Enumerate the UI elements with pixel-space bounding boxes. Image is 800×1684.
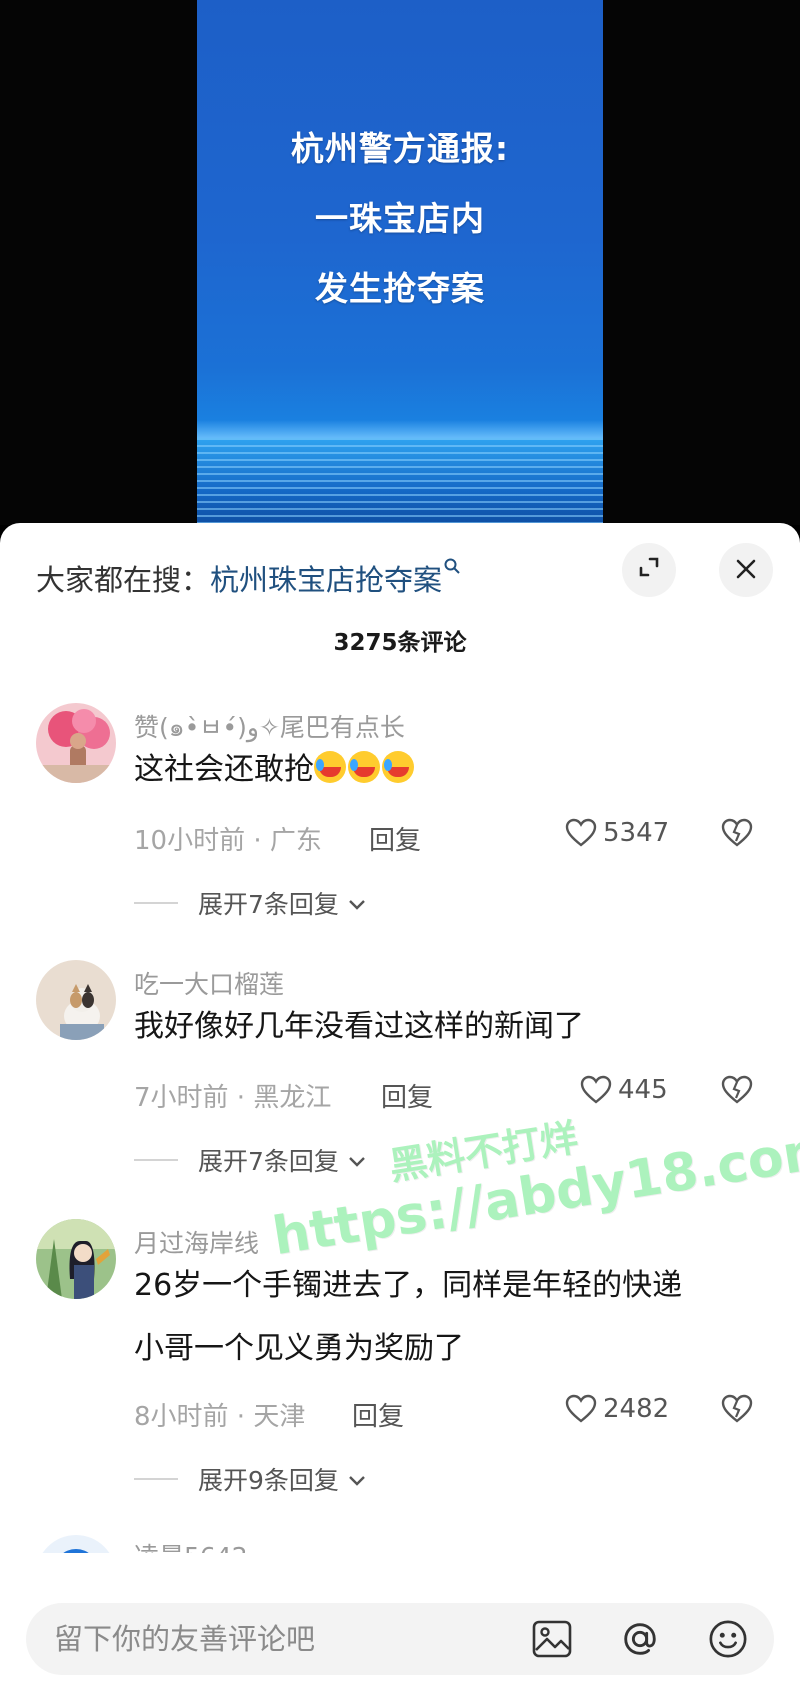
avatar[interactable]: [36, 1219, 116, 1299]
laugh-cry-emoji-icon: [348, 751, 380, 783]
dislike-button[interactable]: [720, 1075, 754, 1109]
heart-icon: [565, 1394, 597, 1423]
heart-icon: [580, 1075, 612, 1104]
broken-heart-icon: [721, 1394, 753, 1423]
comment-input[interactable]: [54, 1622, 524, 1656]
laugh-cry-emoji-icon: [314, 751, 346, 783]
video-wave-graphic: [197, 438, 603, 525]
comment-username[interactable]: 吃一大口榴莲: [134, 965, 284, 1001]
comment-meta: 10小时前 · 广东: [134, 826, 322, 856]
broken-heart-icon: [721, 1075, 753, 1104]
chevron-down-icon: [347, 1465, 367, 1494]
expand-replies-label: 展开7条回复: [198, 1147, 339, 1176]
comment-time: 7小时前: [134, 1083, 229, 1113]
video-title-line-1: 杭州警方通报:: [290, 129, 510, 168]
comment-meta: 8小时前 · 天津: [134, 1402, 306, 1432]
comment-input-area: [0, 1553, 800, 1684]
chevron-down-icon: [347, 889, 367, 918]
expand-replies-label: 展开7条回复: [198, 890, 339, 919]
comment-text: 这社会还敢抢: [134, 740, 416, 800]
expand-replies-label: 展开9条回复: [198, 1466, 339, 1495]
comment-location: 广东: [269, 826, 322, 856]
comment-username[interactable]: 月过海岸线: [134, 1224, 259, 1260]
like-count: 445: [618, 1075, 668, 1105]
trending-search-row[interactable]: 大家都在搜： 杭州珠宝店抢夺案: [36, 558, 460, 598]
comment-meta: 7小时前 · 黑龙江: [134, 1083, 332, 1113]
like-count: 2482: [603, 1394, 670, 1424]
video-frame[interactable]: 杭州警方通报: 一珠宝店内 发生抢夺案: [197, 0, 603, 525]
expand-replies[interactable]: 展开7条回复: [134, 1142, 367, 1178]
at-icon[interactable]: [620, 1619, 660, 1659]
image-icon[interactable]: [532, 1619, 572, 1659]
avatar[interactable]: [36, 703, 116, 783]
dislike-button[interactable]: [720, 818, 754, 852]
reply-button[interactable]: 回复: [369, 820, 421, 857]
video-title-line-3: 发生抢夺案: [315, 269, 485, 308]
laugh-cry-emoji-icon: [382, 751, 414, 783]
divider-dash: [134, 902, 178, 904]
like-button[interactable]: 5347: [565, 818, 669, 848]
expand-button[interactable]: [622, 543, 676, 597]
expand-replies[interactable]: 展开9条回复: [134, 1461, 367, 1497]
close-button[interactable]: [719, 543, 773, 597]
comment-location: 黑龙江: [253, 1083, 332, 1113]
comment-input-bar[interactable]: [26, 1603, 774, 1675]
video-player[interactable]: 杭州警方通报: 一珠宝店内 发生抢夺案: [0, 0, 800, 525]
like-count: 5347: [603, 818, 670, 848]
video-title-line-2: 一珠宝店内: [315, 199, 485, 238]
heart-icon: [565, 818, 597, 847]
reply-button[interactable]: 回复: [352, 1396, 404, 1433]
search-icon: [444, 558, 460, 579]
trending-search-prefix: 大家都在搜：: [36, 563, 211, 597]
emoji-icon[interactable]: [708, 1619, 748, 1659]
comment-text: 我好像好几年没看过这样的新闻了: [134, 1009, 584, 1044]
like-button[interactable]: 445: [580, 1075, 668, 1105]
reply-button[interactable]: 回复: [381, 1077, 433, 1114]
comments-sheet: 大家都在搜： 杭州珠宝店抢夺案 3275条评论 赞(๑•̀ㅂ•́)و✧尾巴有点长…: [0, 523, 800, 1684]
chevron-down-icon: [347, 1146, 367, 1175]
close-icon: [735, 554, 757, 587]
comment-text-line-2: 小哥一个见义勇为奖励了: [134, 1331, 464, 1366]
divider-dash: [134, 1478, 178, 1480]
comment-location: 天津: [253, 1402, 306, 1432]
avatar[interactable]: [36, 960, 116, 1040]
expand-icon: [636, 554, 662, 587]
like-button[interactable]: 2482: [565, 1394, 669, 1424]
expand-replies[interactable]: 展开7条回复: [134, 885, 367, 921]
dislike-button[interactable]: [720, 1394, 754, 1428]
comment-time: 10小时前: [134, 826, 246, 856]
comment-count-title: 3275条评论: [333, 630, 467, 656]
comment-text-line-1: 26岁一个手镯进去了，同样是年轻的快递: [134, 1268, 683, 1303]
divider-dash: [134, 1159, 178, 1161]
comment-text-content: 这社会还敢抢: [134, 752, 314, 787]
broken-heart-icon: [721, 818, 753, 847]
trending-search-link[interactable]: 杭州珠宝店抢夺案: [210, 557, 442, 599]
comment-time: 8小时前: [134, 1402, 229, 1432]
